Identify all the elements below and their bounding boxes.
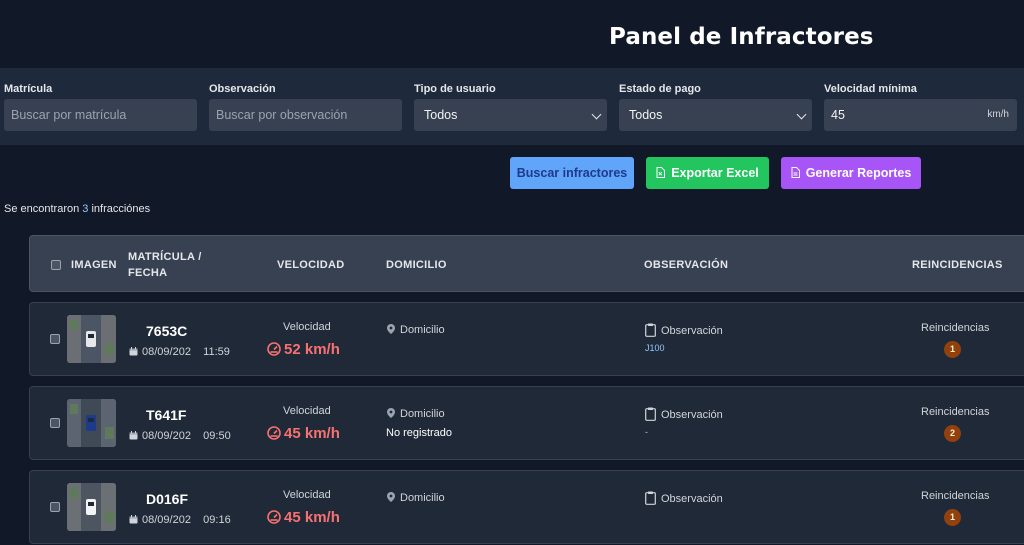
plate-search-input[interactable]: Buscar por matrícula <box>4 99 197 131</box>
speedometer-icon <box>267 510 281 524</box>
address-label: Domicilio <box>387 324 445 336</box>
speed-label: Velocidad <box>283 489 331 501</box>
speed-value: 52 km/h <box>267 341 340 358</box>
observation-value: - <box>645 427 648 437</box>
speed-value: 45 km/h <box>267 509 340 526</box>
recidivism-count-badge: 1 <box>944 509 961 526</box>
speedometer-icon <box>267 342 281 356</box>
column-observation: OBSERVACIÓN <box>644 259 729 271</box>
column-plate-date: MATRÍCULA / <box>128 251 202 263</box>
clipboard-icon <box>645 491 656 505</box>
recidivism-label: Reincidencias <box>921 406 990 418</box>
calendar-icon <box>129 347 138 356</box>
user-type-select[interactable]: Todos <box>414 99 607 131</box>
clipboard-icon <box>645 323 656 337</box>
chevron-down-icon <box>591 109 602 120</box>
chevron-down-icon <box>796 109 807 120</box>
vehicle-photo-image <box>67 399 116 447</box>
infraction-datetime: 08/09/202 09:50 <box>129 430 231 442</box>
min-speed-input[interactable]: 45 km/h <box>824 99 1017 131</box>
vehicle-photo[interactable] <box>67 483 116 531</box>
user-type-filter-label: Tipo de usuario <box>414 83 496 95</box>
infraction-time: 09:50 <box>203 430 231 442</box>
payment-status-value: Todos <box>629 108 663 122</box>
speed-label: Velocidad <box>283 321 331 333</box>
row-checkbox[interactable] <box>50 334 60 344</box>
location-pin-icon <box>387 492 395 502</box>
table-row[interactable]: T641F 08/09/202 09:50 Velocidad 45 km/h Domi… <box>29 386 1024 460</box>
address-value: No registrado <box>386 427 453 439</box>
observation-label: Observación <box>645 491 723 505</box>
recidivism-count-badge: 2 <box>944 425 961 442</box>
export-excel-label: Exportar Excel <box>671 166 759 180</box>
file-report-icon <box>791 167 800 178</box>
observation-label: Observación <box>645 407 723 421</box>
top-bar: Panel de Infractores <box>0 0 1024 68</box>
location-pin-icon <box>387 324 395 334</box>
column-plate-date-2: FECHA <box>128 267 168 279</box>
observation-filter-label: Observación <box>209 83 276 95</box>
user-type-value: Todos <box>424 108 458 122</box>
file-excel-icon <box>656 167 666 178</box>
select-all-checkbox[interactable] <box>51 260 61 270</box>
min-speed-value: 45 <box>831 108 845 122</box>
column-recidivism: REINCIDENCIAS <box>912 259 1003 271</box>
infraction-time: 09:16 <box>203 514 231 526</box>
speedometer-icon <box>267 426 281 440</box>
calendar-icon <box>129 515 138 524</box>
location-pin-icon <box>387 408 395 418</box>
generate-reports-button[interactable]: Generar Reportes <box>781 157 921 189</box>
infraction-date: 08/09/202 <box>142 514 191 526</box>
recidivism-label: Reincidencias <box>921 322 990 334</box>
speed-label: Velocidad <box>283 405 331 417</box>
vehicle-photo-image <box>67 483 116 531</box>
generate-reports-label: Generar Reportes <box>805 166 912 180</box>
speed-value: 45 km/h <box>267 425 340 442</box>
infraction-date: 08/09/202 <box>142 430 191 442</box>
plate-filter-label: Matrícula <box>4 83 53 95</box>
min-speed-filter-label: Velocidad mínima <box>824 83 917 95</box>
plate-number: D016F <box>146 491 189 507</box>
infraction-datetime: 08/09/202 09:16 <box>129 514 231 526</box>
search-offenders-label: Buscar infractores <box>516 166 628 180</box>
column-image: IMAGEN <box>71 259 117 271</box>
results-summary: Se encontraron 3 infracciónes <box>4 203 151 215</box>
row-checkbox[interactable] <box>50 502 60 512</box>
plate-number: T641F <box>146 407 187 423</box>
calendar-icon <box>129 431 138 440</box>
recidivism-label: Reincidencias <box>921 490 990 502</box>
vehicle-photo-image <box>67 315 116 363</box>
observation-label: Observación <box>645 323 723 337</box>
row-checkbox[interactable] <box>50 418 60 428</box>
infraction-time: 11:59 <box>203 346 230 358</box>
address-label: Domicilio <box>387 492 445 504</box>
observation-value: J100 <box>645 343 665 353</box>
infraction-datetime: 08/09/202 11:59 <box>129 346 230 358</box>
plate-number: 7653C <box>146 323 188 339</box>
page-title: Panel de Infractores <box>609 24 874 50</box>
speed-unit: km/h <box>987 109 1009 120</box>
recidivism-count-badge: 1 <box>944 341 961 358</box>
clipboard-icon <box>645 407 656 421</box>
table-row[interactable]: D016F 08/09/202 09:16 Velocidad 45 km/h Domi… <box>29 470 1024 544</box>
infraction-date: 08/09/202 <box>142 346 191 358</box>
table-row[interactable]: 7653C 08/09/202 11:59 Velocidad 52 km/h Domi… <box>29 302 1024 376</box>
vehicle-photo[interactable] <box>67 399 116 447</box>
search-offenders-button[interactable]: Buscar infractores <box>510 157 634 189</box>
observation-search-input[interactable]: Buscar por observación <box>209 99 402 131</box>
payment-filter-label: Estado de pago <box>619 83 701 95</box>
column-address: DOMICILIO <box>386 259 447 271</box>
table-header: IMAGEN MATRÍCULA / FECHA VELOCIDAD DOMIC… <box>29 235 1024 292</box>
address-label: Domicilio <box>387 408 445 420</box>
export-excel-button[interactable]: Exportar Excel <box>646 157 769 189</box>
payment-status-select[interactable]: Todos <box>619 99 812 131</box>
vehicle-photo[interactable] <box>67 315 116 363</box>
filter-panel: Matrícula Buscar por matrícula Observaci… <box>0 68 1024 145</box>
column-speed: VELOCIDAD <box>277 259 345 271</box>
